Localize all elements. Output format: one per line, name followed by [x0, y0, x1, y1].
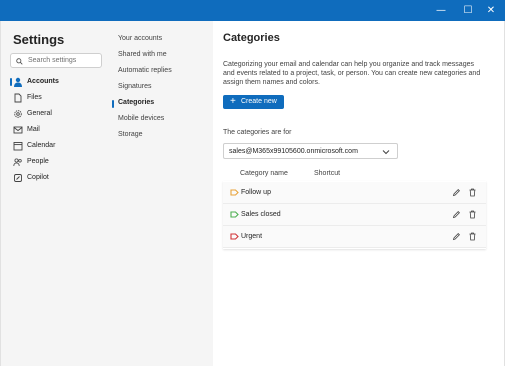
- trash-icon[interactable]: [468, 232, 477, 241]
- chevron-down-icon: [382, 150, 390, 155]
- search-settings-input[interactable]: Search settings: [10, 53, 102, 68]
- column-header-category-name: Category name: [240, 170, 288, 177]
- nav-item-general[interactable]: General: [0, 107, 103, 121]
- submenu-signatures[interactable]: Signatures: [118, 83, 151, 90]
- close-window-button[interactable]: ✕: [480, 0, 502, 21]
- submenu-storage[interactable]: Storage: [118, 131, 143, 138]
- search-icon: [16, 58, 23, 65]
- category-name: Sales closed: [241, 211, 281, 218]
- account-dropdown-value: sales@M365x99105600.onmicrosoft.com: [229, 148, 358, 155]
- search-placeholder: Search settings: [28, 57, 77, 64]
- page-heading: Categories: [223, 32, 280, 44]
- nav-item-calendar[interactable]: Calendar: [0, 139, 103, 153]
- pencil-icon[interactable]: [452, 188, 461, 197]
- category-row[interactable]: Sales closed: [223, 204, 486, 226]
- nav-item-label: Accounts: [27, 78, 59, 85]
- column-header-shortcut: Shortcut: [314, 170, 341, 177]
- nav-item-mail[interactable]: Mail: [0, 123, 103, 137]
- submenu-mobile-devices[interactable]: Mobile devices: [118, 115, 164, 122]
- nav-item-label: Files: [27, 94, 42, 101]
- trash-icon[interactable]: [468, 188, 477, 197]
- file-icon: [14, 93, 22, 103]
- nav-item-files[interactable]: Files: [0, 91, 103, 105]
- nav-item-label: Mail: [27, 126, 40, 133]
- nav-item-label: General: [27, 110, 52, 117]
- title-bar: — ☐ ✕: [0, 0, 505, 21]
- nav-item-label: Calendar: [27, 142, 56, 149]
- category-row[interactable]: Urgent: [223, 226, 486, 248]
- create-new-label: Create new: [241, 98, 277, 105]
- submenu-shared-with-me[interactable]: Shared with me: [118, 51, 167, 58]
- person-icon: [14, 77, 22, 87]
- people-icon: [13, 158, 22, 167]
- minimize-button[interactable]: —: [430, 0, 452, 21]
- pencil-icon[interactable]: [452, 232, 461, 241]
- plus-icon: +: [230, 96, 236, 107]
- create-new-button[interactable]: + Create new: [223, 95, 284, 109]
- submenu-automatic-replies[interactable]: Automatic replies: [118, 67, 172, 74]
- nav-item-copilot[interactable]: Copilot: [0, 171, 103, 185]
- mail-icon: [13, 126, 23, 134]
- submenu-categories[interactable]: Categories: [118, 99, 154, 106]
- nav-item-label: People: [27, 158, 49, 165]
- submenu-your-accounts[interactable]: Your accounts: [118, 35, 162, 42]
- settings-title: Settings: [13, 32, 65, 47]
- trash-icon[interactable]: [468, 210, 477, 219]
- gear-icon: [14, 110, 22, 118]
- submenu-selection-indicator: [112, 100, 114, 108]
- tag-icon: [230, 211, 239, 218]
- account-dropdown[interactable]: sales@M365x99105600.onmicrosoft.com: [223, 143, 398, 159]
- calendar-icon: [13, 142, 23, 151]
- category-name: Follow up: [241, 189, 271, 196]
- nav-item-people[interactable]: People: [0, 155, 103, 169]
- categories-description: Categorizing your email and calendar can…: [223, 61, 481, 86]
- category-name: Urgent: [241, 233, 263, 240]
- nav-item-label: Copilot: [27, 174, 49, 181]
- tag-icon: [230, 189, 239, 196]
- categories-for-label: The categories are for: [223, 129, 292, 136]
- nav-item-accounts[interactable]: Accounts: [0, 75, 103, 89]
- maximize-button[interactable]: ☐: [457, 0, 479, 21]
- selection-indicator: [10, 78, 12, 86]
- category-row[interactable]: Follow up: [223, 182, 486, 204]
- pencil-icon[interactable]: [452, 210, 461, 219]
- copilot-icon: [14, 174, 22, 182]
- tag-icon: [230, 233, 239, 240]
